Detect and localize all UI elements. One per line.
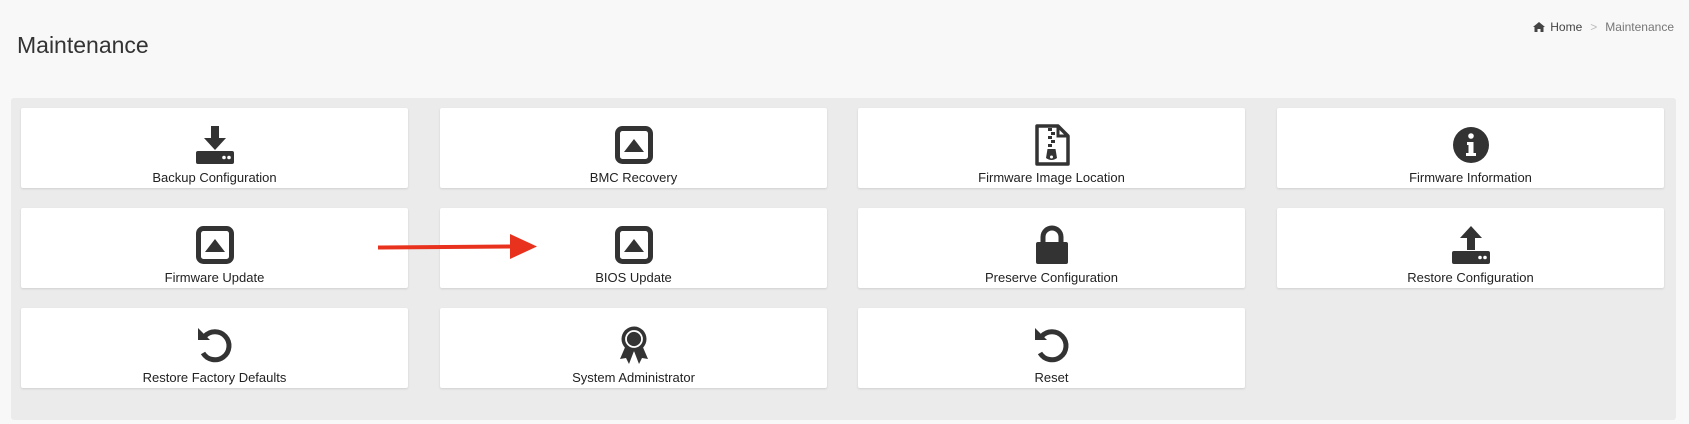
breadcrumb-current: Maintenance — [1605, 20, 1674, 34]
undo-icon — [1031, 324, 1073, 366]
tile-label: Firmware Update — [164, 270, 265, 285]
maintenance-panel: Backup Configuration BMC Recovery Firmwa… — [11, 98, 1676, 420]
breadcrumb-home-link[interactable]: Home — [1533, 20, 1582, 34]
breadcrumb: Home > Maintenance — [1533, 20, 1674, 34]
tile-label: Reset — [1034, 370, 1069, 385]
home-icon — [1533, 22, 1546, 32]
tile-label: System Administrator — [572, 370, 695, 385]
page-title: Maintenance — [17, 32, 149, 58]
file-zipper-icon — [1031, 124, 1073, 166]
breadcrumb-separator: > — [1590, 20, 1598, 34]
tile-label: Firmware Image Location — [978, 170, 1125, 185]
tile-label: BIOS Update — [595, 270, 672, 285]
tile-restore-configuration[interactable]: Restore Configuration — [1277, 208, 1664, 288]
tile-label: BMC Recovery — [589, 170, 678, 185]
tile-label: Firmware Information — [1409, 170, 1532, 185]
download-icon — [194, 124, 236, 166]
tile-preserve-configuration[interactable]: Preserve Configuration — [858, 208, 1245, 288]
info-circle-icon — [1450, 124, 1492, 166]
breadcrumb-home-label: Home — [1550, 20, 1583, 34]
caret-square-up-icon — [194, 224, 236, 266]
tile-restore-factory-defaults[interactable]: Restore Factory Defaults — [21, 308, 408, 388]
tile-label: Restore Configuration — [1407, 270, 1534, 285]
tile-reset[interactable]: Reset — [858, 308, 1245, 388]
caret-square-up-icon — [613, 124, 655, 166]
caret-square-up-icon — [613, 224, 655, 266]
upload-icon — [1450, 224, 1492, 266]
tile-firmware-information[interactable]: Firmware Information — [1277, 108, 1664, 188]
tile-label: Preserve Configuration — [985, 270, 1118, 285]
tile-label: Restore Factory Defaults — [142, 370, 287, 385]
tile-label: Backup Configuration — [152, 170, 277, 185]
undo-icon — [194, 324, 236, 366]
award-icon — [613, 324, 655, 366]
tile-system-administrator[interactable]: System Administrator — [440, 308, 827, 388]
tile-firmware-image-location[interactable]: Firmware Image Location — [858, 108, 1245, 188]
tile-firmware-update[interactable]: Firmware Update — [21, 208, 408, 288]
tile-bmc-recovery[interactable]: BMC Recovery — [440, 108, 827, 188]
lock-icon — [1031, 224, 1073, 266]
tile-backup-configuration[interactable]: Backup Configuration — [21, 108, 408, 188]
annotation-arrow — [377, 234, 537, 259]
